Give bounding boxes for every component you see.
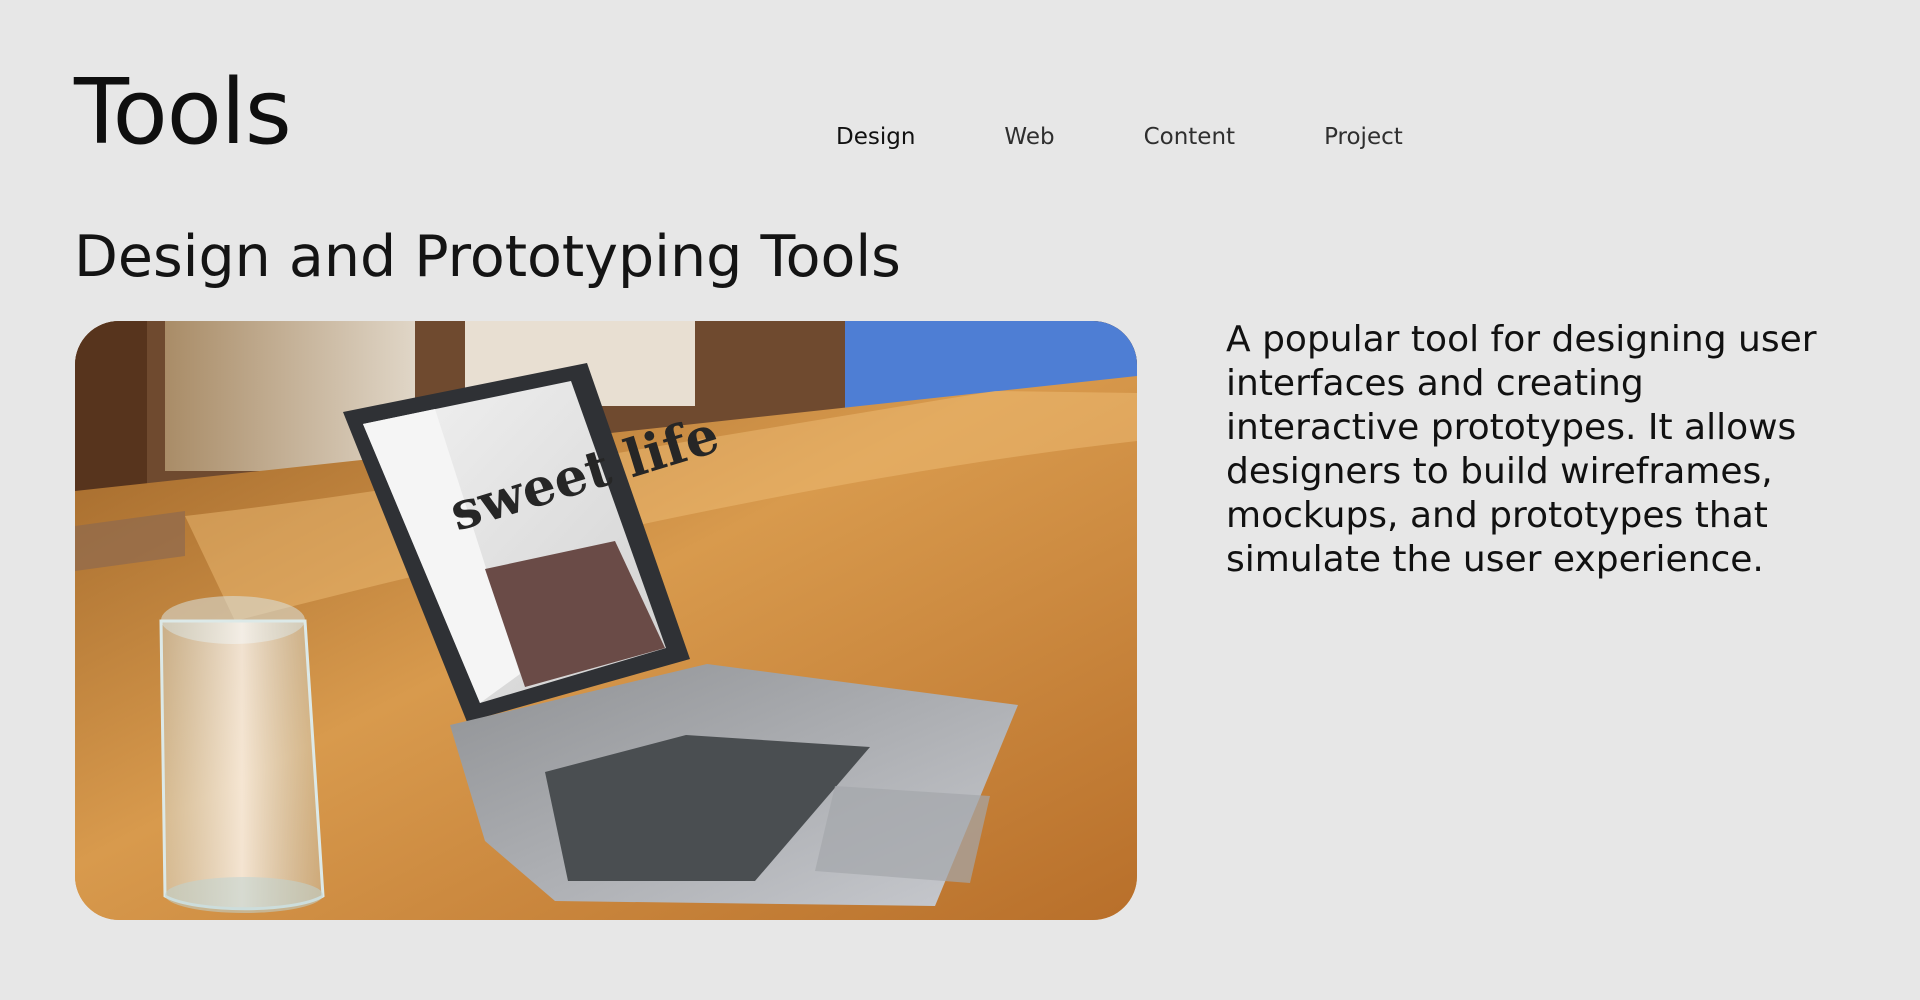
trackpad (815, 786, 990, 883)
section-title: Design and Prototyping Tools (74, 224, 901, 290)
water-glass (159, 619, 325, 911)
page-logo-title: Tools (74, 60, 292, 165)
nav-item-content[interactable]: Content (1144, 124, 1235, 152)
top-navigation: Design Web Content Project (836, 124, 1403, 152)
nav-item-design[interactable]: Design (836, 124, 915, 152)
section-description: A popular tool for designing user interf… (1226, 319, 1817, 580)
hero-image: sweet life (75, 321, 1137, 920)
nav-item-web[interactable]: Web (1004, 124, 1054, 152)
nav-item-project[interactable]: Project (1324, 124, 1403, 152)
glass-bottom (165, 877, 323, 913)
